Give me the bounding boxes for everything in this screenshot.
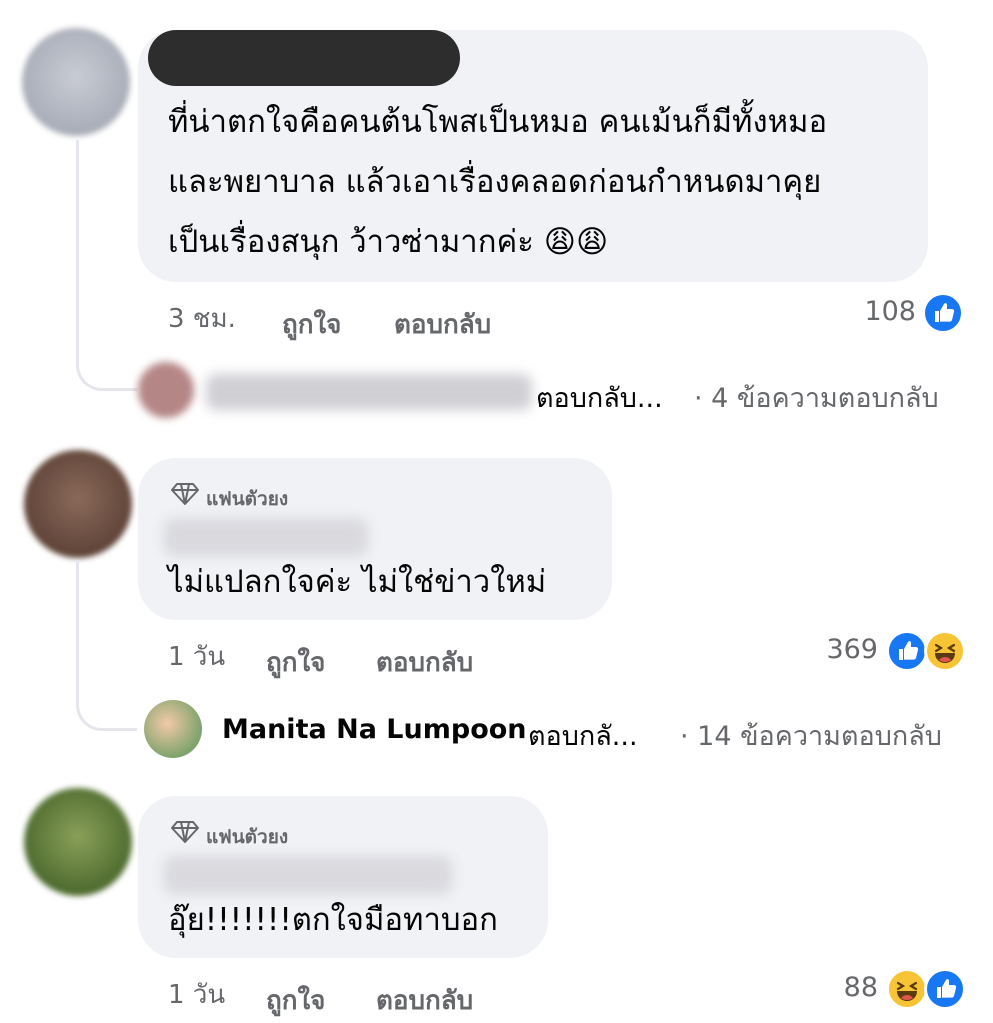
like-action[interactable]: ถูกใจ — [266, 980, 325, 1021]
comment-text-line: ที่น่าตกใจคือคนต้นโพสเป็นหมอ คนเม้นก็มีท… — [168, 104, 828, 140]
like-icon — [924, 968, 966, 1010]
reply-action[interactable]: ตอบกลับ — [376, 642, 473, 683]
comment-text-line: และพยาบาล แล้วเอาเรื่องคลอดก่อนกำหนดมาคุ… — [168, 164, 822, 200]
redacted-replier-name[interactable] — [206, 374, 532, 410]
replier-name[interactable]: Manita Na Lumpoon — [222, 714, 527, 745]
like-action[interactable]: ถูกใจ — [266, 642, 325, 683]
comment-timestamp[interactable]: 3 ชม. — [168, 298, 236, 339]
comment-text-line: ไม่แปลกใจค่ะ ไม่ใช่ข่าวใหม่ — [168, 564, 547, 600]
commenter-avatar[interactable] — [24, 450, 132, 558]
like-action[interactable]: ถูกใจ — [282, 304, 341, 345]
reply-preview[interactable]: ตอบกลับ... — [536, 376, 663, 419]
haha-icon — [886, 968, 928, 1010]
redacted-author-name[interactable] — [164, 518, 368, 556]
fan-badge-label: แฟนตัวยง — [206, 826, 289, 848]
thread-line — [76, 560, 79, 700]
reply-count-link[interactable]: · 14 ข้อความตอบกลับ — [680, 714, 942, 757]
like-icon — [922, 292, 964, 334]
reply-count-link[interactable]: · 4 ข้อความตอบกลับ — [694, 376, 939, 419]
comment-timestamp[interactable]: 1 วัน — [168, 974, 225, 1015]
reaction-count[interactable]: 369 — [786, 634, 878, 665]
reply-preview[interactable]: ตอบกลั... — [528, 714, 638, 757]
thread-line — [76, 140, 79, 350]
comment-timestamp[interactable]: 1 วัน — [168, 636, 225, 677]
comment-text-line: เป็นเรื่องสนุก ว้าวซ่ามากค่ะ 😩😩 — [168, 224, 609, 260]
reply-action[interactable]: ตอบกลับ — [394, 304, 491, 345]
reply-action[interactable]: ตอบกลับ — [376, 980, 473, 1021]
commenter-avatar[interactable] — [24, 788, 132, 896]
haha-icon — [924, 630, 966, 672]
replier-avatar[interactable] — [138, 362, 194, 418]
fan-badge-label: แฟนตัวยง — [206, 488, 289, 510]
comment-text-line: อุ๊ย!!!!!!!ตกใจมือทาบอก — [168, 902, 498, 938]
fan-badge-icon — [170, 820, 200, 848]
like-icon — [886, 630, 928, 672]
reaction-count[interactable]: 88 — [800, 972, 878, 1003]
replier-avatar[interactable] — [144, 700, 202, 758]
redacted-author-name[interactable] — [164, 856, 452, 894]
reaction-count[interactable]: 108 — [830, 296, 916, 327]
thread-connector — [76, 680, 137, 731]
thread-connector — [76, 340, 137, 391]
commenter-avatar[interactable] — [22, 28, 130, 136]
fan-badge-icon — [170, 482, 200, 510]
redacted-author-name[interactable] — [148, 30, 460, 86]
